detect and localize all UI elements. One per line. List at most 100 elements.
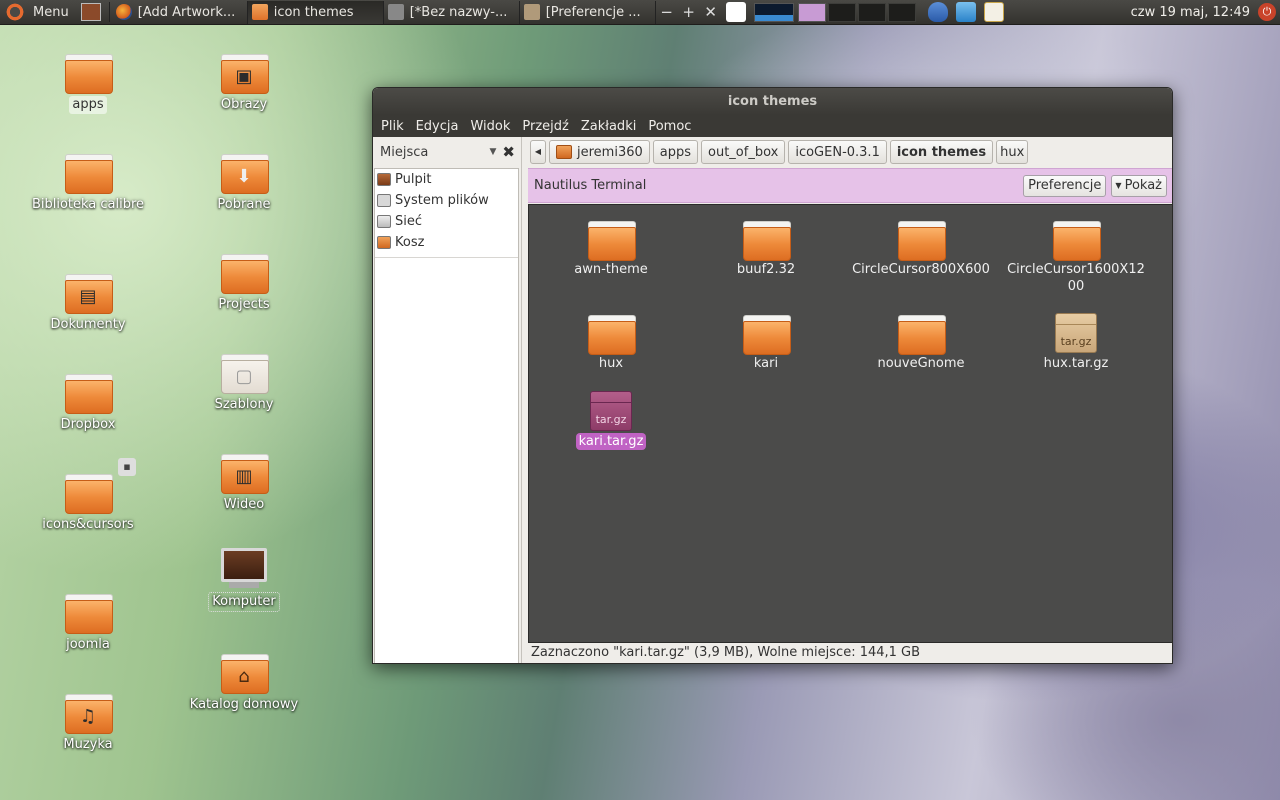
close-icon[interactable]: ✖ (502, 143, 515, 161)
crumb-label: jeremi360 (577, 144, 643, 160)
download-arrow-icon: ⬇ (236, 166, 252, 187)
screenshot-applet-icon[interactable] (725, 2, 746, 22)
close-button[interactable]: ✕ (700, 3, 722, 21)
desktop-icon-label: Dokumenty (50, 317, 126, 332)
menu-edycja[interactable]: Edycja (410, 119, 465, 134)
folder-documents-icon: ▤ (65, 274, 113, 314)
desktop-icon-pobrane[interactable]: ⬇ Pobrane (174, 154, 314, 214)
place-pulpit[interactable]: Pulpit (375, 169, 518, 190)
clock[interactable]: czw 19 maj, 12:49 (1131, 5, 1250, 20)
network-icon[interactable] (1068, 2, 1088, 22)
maximize-button[interactable]: + (678, 3, 700, 21)
crumb-jeremi360[interactable]: jeremi360 (549, 140, 650, 164)
file-item[interactable]: nouveGnome (846, 315, 996, 372)
file-name: nouveGnome (877, 356, 965, 371)
menu-przejdz[interactable]: Przejdź (516, 119, 574, 134)
update-icon[interactable] (955, 2, 976, 22)
crumb-out-of-box[interactable]: out_of_box (701, 140, 786, 164)
memory-monitor-graph[interactable] (797, 2, 826, 22)
folder-icon (65, 594, 113, 634)
folder-download-icon: ⬇ (221, 154, 269, 194)
nautilus-terminal-bar: Nautilus Terminal Preferencje ▼ Pokaż (528, 168, 1172, 203)
main-menu-button[interactable]: Menu (33, 5, 69, 20)
menu-bar: Plik Edycja Widok Przejdź Zakładki Pomoc (373, 115, 1172, 137)
file-item[interactable]: awn-theme (536, 221, 686, 278)
file-name: CircleCursor1600X1200 (1007, 262, 1145, 294)
desktop-icon-label: Muzyka (63, 737, 113, 752)
menu-pomoc[interactable]: Pomoc (642, 119, 697, 134)
main-pane: ◀ jeremi360 apps out_of_box icoGEN-0.3.1… (528, 137, 1172, 663)
gimp-icon (387, 4, 404, 20)
load-monitor-graph[interactable] (887, 2, 916, 22)
archive-badge: tar.gz (595, 413, 627, 426)
menu-zakladki[interactable]: Zakładki (575, 119, 642, 134)
file-item[interactable]: tar.gz hux.tar.gz (1001, 313, 1151, 372)
desktop-icon-joomla[interactable]: joomla (18, 594, 158, 654)
desktop-icon-label: Komputer (208, 592, 280, 612)
desktop-icon-szablony[interactable]: ▢ Szablony (174, 354, 314, 414)
file-manager-window: icon themes Plik Edycja Widok Przejdź Za… (372, 87, 1173, 664)
network-monitor-graph[interactable] (827, 2, 856, 22)
menu-widok[interactable]: Widok (464, 119, 516, 134)
file-item[interactable]: kari (691, 315, 841, 372)
picture-emblem-icon: ▣ (235, 66, 253, 87)
folder-icon (898, 315, 946, 355)
file-item[interactable]: CircleCursor1600X1200 (1001, 221, 1151, 295)
desktop-icon-katalog-domowy[interactable]: ⌂ Katalog domowy (174, 654, 314, 714)
swap-monitor-graph[interactable] (857, 2, 886, 22)
desktop-icon-komputer[interactable]: Komputer (174, 548, 314, 612)
crumb-apps[interactable]: apps (652, 140, 699, 164)
menu-plik[interactable]: Plik (375, 119, 410, 134)
desktop-icon-obrazy[interactable]: ▣ Obrazy (174, 54, 314, 114)
folder-icon (65, 54, 113, 94)
task-label: [Preferencje ... (545, 4, 641, 20)
sidebar-title-dropdown[interactable]: Miejsca (380, 145, 428, 160)
sidebar: Miejsca ▼ ✖ Pulpit System plików Sieć Ko… (373, 137, 522, 663)
shield-icon[interactable] (927, 2, 948, 22)
place-siec[interactable]: Sieć (375, 211, 518, 232)
desktop-icon-dropbox[interactable]: Dropbox (18, 374, 158, 434)
crumb-hux[interactable]: hux (996, 140, 1029, 164)
notes-icon[interactable] (983, 2, 1004, 22)
desktop-icon-label: Szablony (214, 397, 274, 412)
folder-icon (588, 315, 636, 355)
ubuntu-logo-icon[interactable] (5, 2, 25, 22)
show-button[interactable]: ▼ Pokaż (1111, 174, 1167, 197)
task-icon-themes[interactable]: icon themes (247, 0, 384, 24)
crumb-icogen[interactable]: icoGEN-0.3.1 (788, 140, 887, 164)
desktop-icon-label: joomla (66, 637, 110, 652)
minimize-button[interactable]: − (656, 3, 678, 21)
place-kosz[interactable]: Kosz (375, 232, 518, 253)
desktop-icon-wideo[interactable]: ▥ Wideo (174, 454, 314, 514)
preferences-button[interactable]: Preferencje (1023, 174, 1107, 197)
desktop-icon-muzyka[interactable]: ♫ Muzyka (18, 694, 158, 754)
file-item[interactable]: hux (536, 315, 686, 372)
desktop-icon-projects[interactable]: Projects (174, 254, 314, 314)
file-item[interactable]: buuf2.32 (691, 221, 841, 278)
desktop-icon-biblioteka-calibre[interactable]: Biblioteka calibre (18, 154, 158, 214)
folder-link-icon (65, 474, 113, 514)
chevron-left-icon[interactable]: ◀ (530, 140, 546, 164)
task-firefox[interactable]: [Add Artwork... (112, 0, 248, 24)
desktop-icon-dokumenty[interactable]: ▤ Dokumenty (18, 274, 158, 334)
places-list: Pulpit System plików Sieć Kosz (374, 168, 519, 663)
task-gimp[interactable]: [*Bez nazwy-... (384, 0, 520, 24)
window-title[interactable]: icon themes (373, 88, 1172, 115)
file-item-selected[interactable]: tar.gz kari.tar.gz (536, 391, 686, 450)
crumb-icon-themes[interactable]: icon themes (889, 140, 994, 164)
home-icon (556, 145, 572, 159)
file-icon-view[interactable]: awn-theme buuf2.32 CircleCursor800X600 C… (528, 204, 1172, 643)
desktop-icon-icons-cursors[interactable]: ▪ icons&cursors (18, 458, 158, 534)
cpu-monitor-graph[interactable] (753, 2, 794, 22)
chevron-down-icon[interactable]: ▼ (490, 147, 497, 157)
volume-icon[interactable] (1096, 2, 1116, 22)
place-label: Pulpit (395, 172, 432, 187)
place-label: System plików (395, 193, 489, 208)
power-icon[interactable]: ⏻ (1258, 3, 1276, 21)
show-desktop-button[interactable] (80, 3, 101, 21)
file-name: kari (753, 356, 779, 371)
desktop-icon-apps[interactable]: apps (18, 54, 158, 114)
file-item[interactable]: CircleCursor800X600 (846, 221, 996, 278)
place-system-plikow[interactable]: System plików (375, 190, 518, 211)
task-preferences[interactable]: [Preferencje ... (520, 0, 656, 24)
